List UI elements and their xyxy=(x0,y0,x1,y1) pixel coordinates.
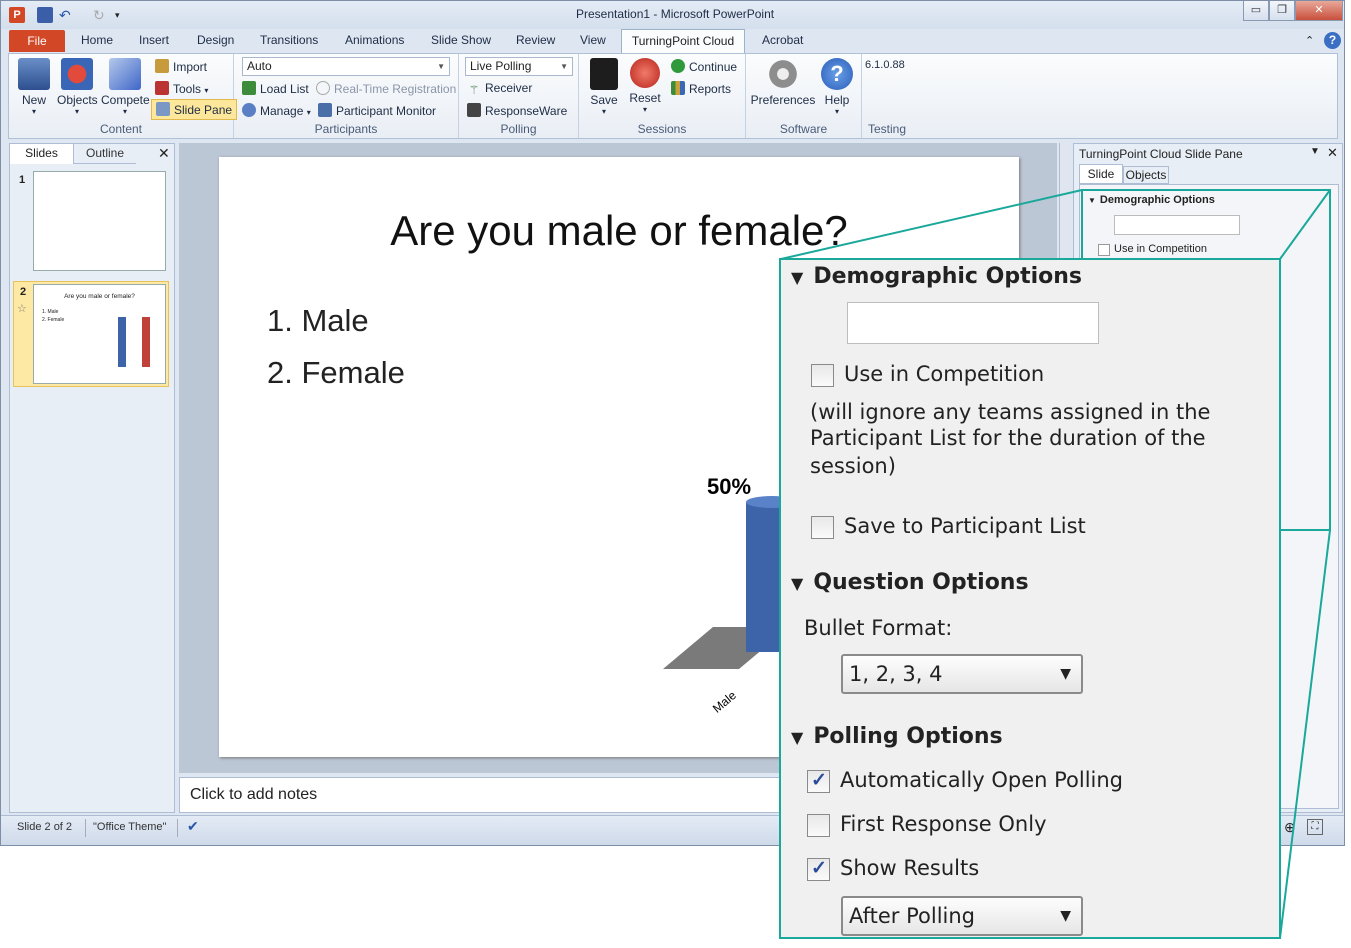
first-response-only-label: First Response Only xyxy=(840,812,1047,836)
save-to-participant-list-checkbox[interactable] xyxy=(811,516,834,539)
chevron-down-icon: ▼ xyxy=(1060,908,1071,924)
collapse-triangle-icon: ▼ xyxy=(791,728,804,747)
auto-open-polling-checkbox[interactable] xyxy=(807,769,830,793)
auto-open-polling-label: Automatically Open Polling xyxy=(840,768,1124,792)
polling-options-heading[interactable]: ▼ Polling Options xyxy=(791,724,1003,749)
demographic-text-input[interactable] xyxy=(847,302,1099,344)
save-to-participant-list-label: Save to Participant List xyxy=(844,514,1086,538)
use-in-competition-label: Use in Competition xyxy=(844,362,1045,386)
collapse-triangle-icon: ▼ xyxy=(791,574,804,593)
use-in-competition-checkbox[interactable] xyxy=(811,364,834,387)
competition-note-line: session) xyxy=(810,454,896,478)
collapse-triangle-icon: ▼ xyxy=(791,268,804,287)
show-results-label: Show Results xyxy=(840,856,980,880)
bullet-format-label: Bullet Format: xyxy=(804,616,953,640)
show-results-checkbox[interactable] xyxy=(807,857,830,881)
show-results-select[interactable]: After Polling ▼ xyxy=(841,896,1083,936)
chevron-down-icon: ▼ xyxy=(1060,666,1071,682)
zoomed-options-callout: ▼ Demographic Options Use in Competition … xyxy=(779,258,1281,939)
demographic-options-heading[interactable]: ▼ Demographic Options xyxy=(791,264,1082,289)
bullet-format-select[interactable]: 1, 2, 3, 4 ▼ xyxy=(841,654,1083,694)
competition-note-line: (will ignore any teams assigned in the xyxy=(810,400,1211,424)
competition-note-line: Participant List for the duration of the xyxy=(810,426,1206,450)
first-response-only-checkbox[interactable] xyxy=(807,814,830,837)
question-options-heading[interactable]: ▼ Question Options xyxy=(791,570,1029,595)
